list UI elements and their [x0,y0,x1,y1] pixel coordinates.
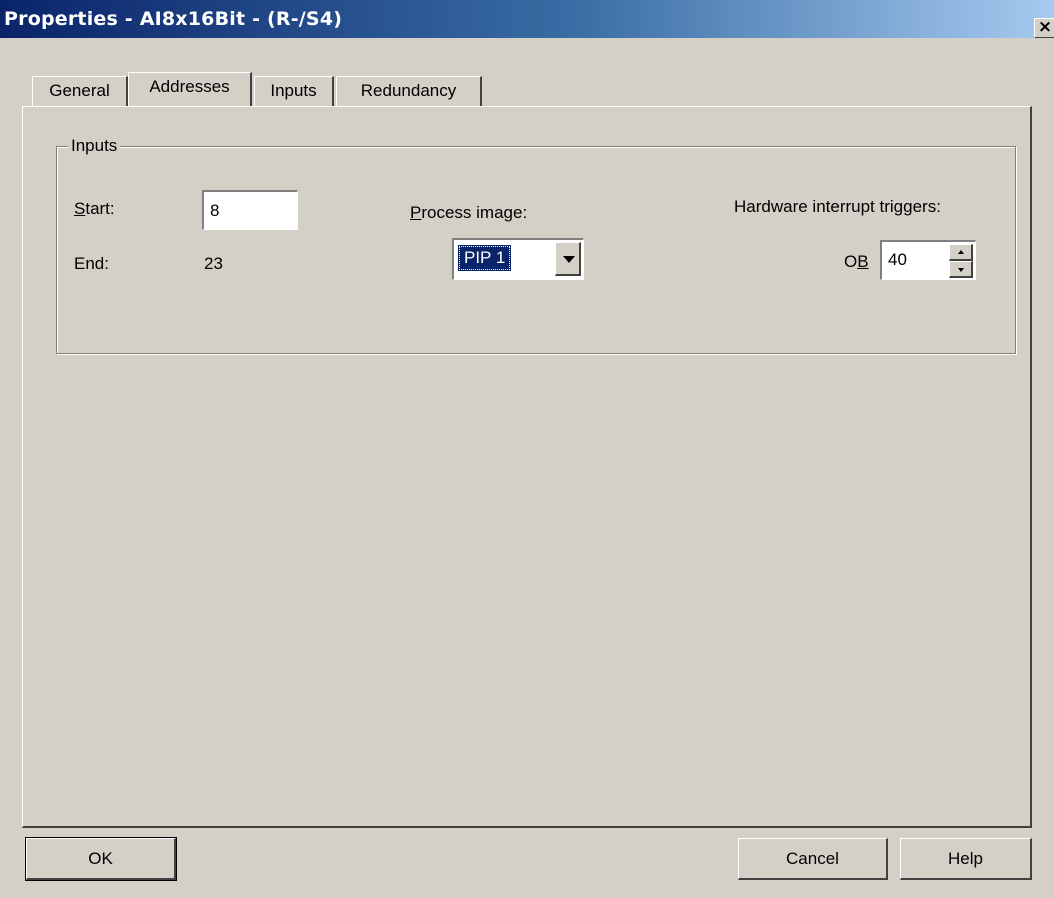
start-address-input[interactable] [202,190,298,230]
close-button[interactable]: × [1034,18,1054,38]
hw-interrupt-label: Hardware interrupt triggers: [734,197,941,216]
process-image-label: Process image: [410,203,528,222]
tab-general[interactable]: General [32,76,128,106]
arrow-up-icon [958,250,964,254]
cancel-button[interactable]: Cancel [738,838,888,880]
tab-inputs-label: Inputs [270,81,317,100]
ob-spin-up-button[interactable] [949,244,973,261]
ob-label: OB [844,252,869,271]
title-bar[interactable]: Properties - AI8x16Bit - (R-/S4) × [0,0,1054,38]
ob-number-spinner[interactable]: 40 [880,240,976,280]
close-icon: × [1037,17,1053,37]
window-title: Properties - AI8x16Bit - (R-/S4) [4,8,343,30]
process-image-selected-value: PIP 1 [458,245,512,271]
help-button[interactable]: Help [900,838,1032,880]
tab-addresses-label: Addresses [149,77,230,96]
ok-button[interactable]: OK [25,837,177,881]
inputs-group-label: Inputs [68,136,121,156]
tab-redundancy[interactable]: Redundancy [336,76,482,106]
process-image-select[interactable]: PIP 1 [452,238,584,280]
tab-general-label: General [49,81,110,100]
end-label: End: [74,254,109,273]
arrow-down-icon [958,268,964,272]
end-address-value: 23 [204,254,223,273]
tab-redundancy-label: Redundancy [360,81,457,100]
tab-inputs[interactable]: Inputs [254,76,334,106]
start-label: Start: [74,199,115,218]
ob-spin-down-button[interactable] [949,261,973,278]
ob-number-value: 40 [888,250,907,269]
process-image-dropdown-button[interactable] [555,242,581,276]
chevron-down-icon [563,256,575,263]
tab-addresses[interactable]: Addresses [128,72,252,106]
